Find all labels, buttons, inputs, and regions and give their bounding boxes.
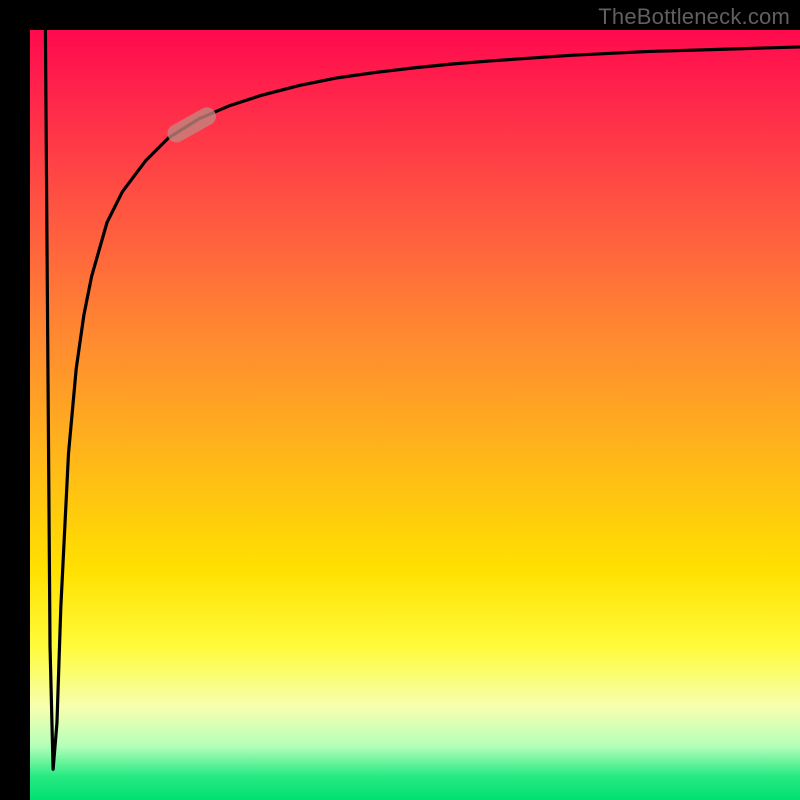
plot-area [30, 30, 800, 800]
attribution-label: TheBottleneck.com [598, 4, 790, 30]
curve-layer [30, 30, 800, 800]
bottleneck-curve [45, 30, 800, 769]
curve-highlight-marker [164, 104, 219, 146]
chart-canvas: TheBottleneck.com [0, 0, 800, 800]
